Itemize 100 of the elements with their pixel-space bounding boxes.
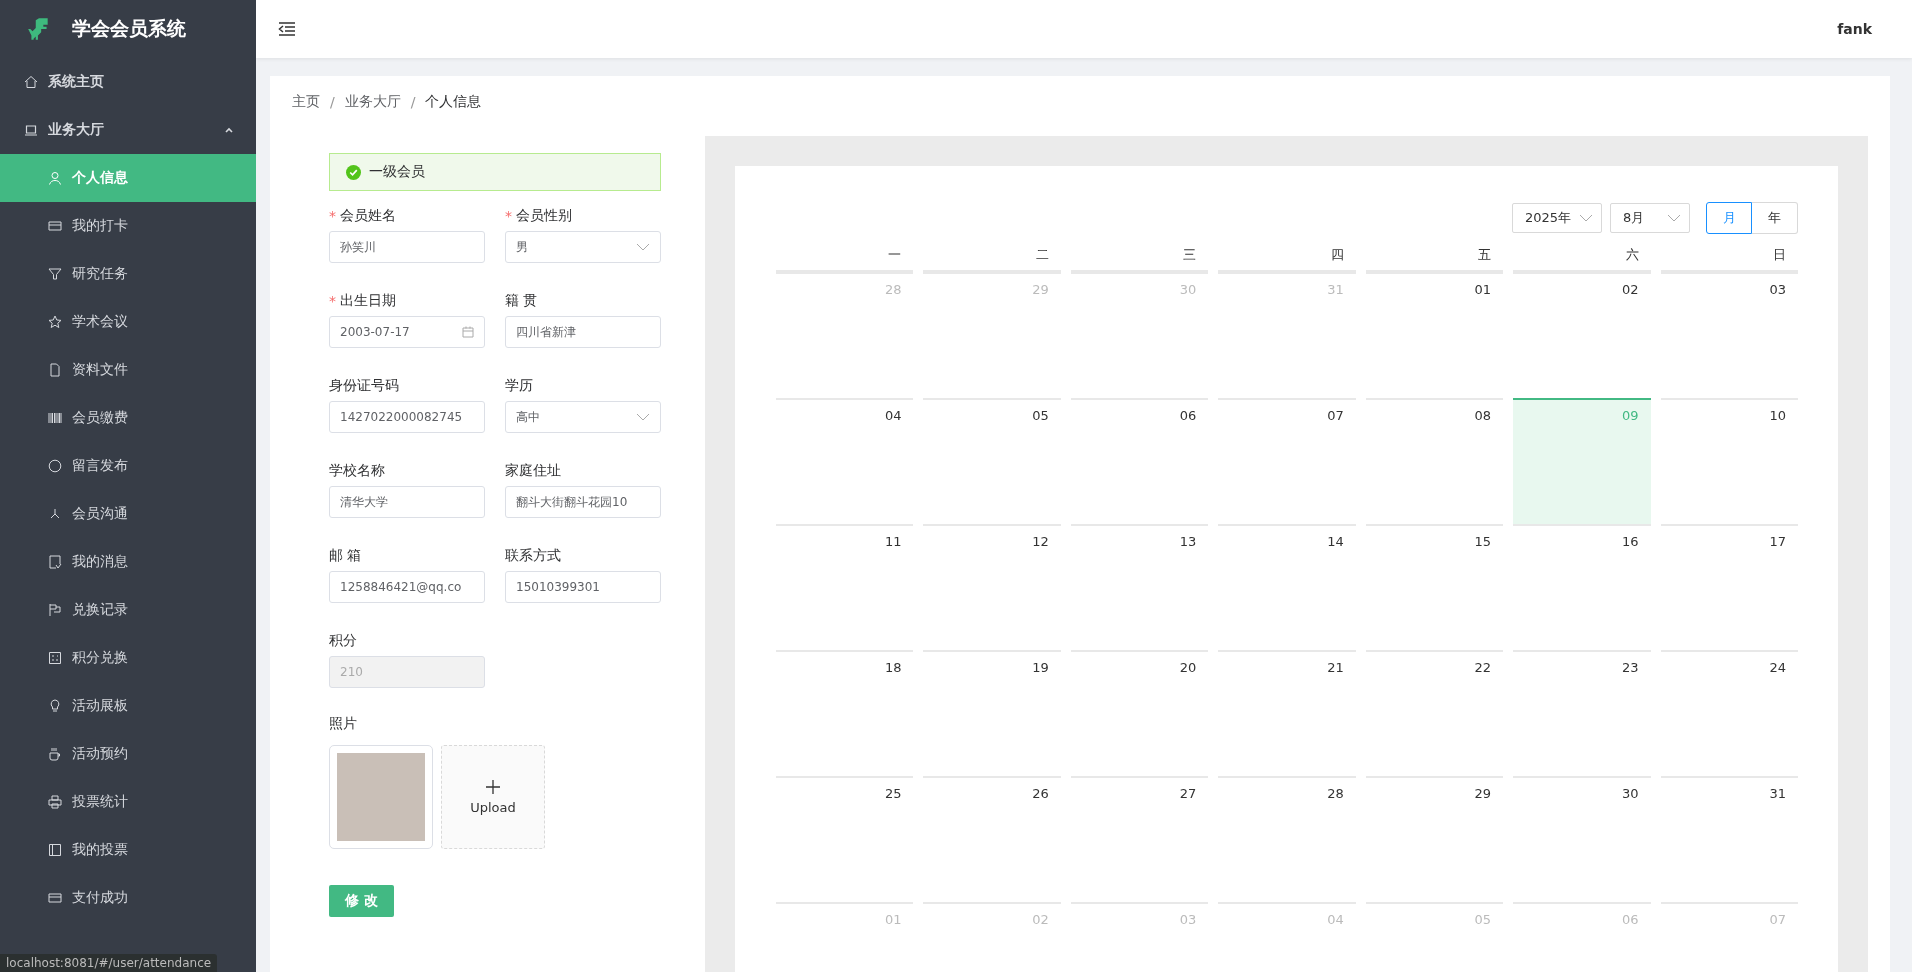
input-field[interactable]: 1258846421@qq.co	[329, 571, 485, 603]
field-label: 邮 箱	[329, 547, 362, 565]
field-label: 学历	[505, 377, 533, 395]
calendar-day[interactable]: 29	[1365, 776, 1504, 902]
calendar-day[interactable]: 14	[1218, 524, 1356, 650]
calendar-day[interactable]: 23	[1513, 650, 1651, 776]
calendar-day[interactable]: 31	[1660, 776, 1798, 902]
calendar-day[interactable]: 03	[1660, 272, 1798, 398]
input-field[interactable]: 孙笑川	[329, 231, 485, 263]
sidebar-item[interactable]: 我的消息	[0, 538, 256, 586]
sidebar-item[interactable]: 会员沟通	[0, 490, 256, 538]
field-label: 出生日期	[340, 292, 396, 310]
select-field[interactable]: 高中	[505, 401, 661, 433]
star-icon	[48, 315, 62, 329]
card-icon	[48, 891, 62, 905]
sidebar-item[interactable]: 活动预约	[0, 730, 256, 778]
calendar-day[interactable]: 06	[1070, 398, 1209, 524]
calendar-day[interactable]: 07	[1218, 398, 1356, 524]
breadcrumb-separator: /	[410, 94, 416, 110]
calendar-day[interactable]: 15	[1365, 524, 1504, 650]
message-icon	[48, 555, 62, 569]
field-label: 会员姓名	[340, 207, 396, 225]
sidebar-item[interactable]: 资料文件	[0, 346, 256, 394]
field-label: 家庭住址	[505, 462, 561, 480]
calendar-day[interactable]: 25	[776, 776, 914, 902]
user-name[interactable]: fank	[1837, 21, 1872, 37]
flag-icon	[48, 603, 62, 617]
select-field[interactable]: 男	[505, 231, 661, 263]
check-circle-icon	[346, 164, 361, 180]
sidebar-item[interactable]: 业务大厅	[0, 106, 256, 154]
input-field[interactable]: 1427022000082745	[329, 401, 485, 433]
chevron-down-icon	[1667, 214, 1681, 222]
input-field[interactable]: 清华大学	[329, 486, 485, 518]
month-select[interactable]: 8月	[1610, 203, 1690, 233]
calendar-day[interactable]: 08	[1365, 398, 1504, 524]
sidebar-item[interactable]: 研究任务	[0, 250, 256, 298]
year-select[interactable]: 2025年	[1512, 203, 1602, 233]
chat-icon	[48, 459, 62, 473]
sidebar-item[interactable]: 我的投票	[0, 826, 256, 874]
printer-icon	[48, 795, 62, 809]
status-url: localhost:8081/#/user/attendance	[0, 954, 218, 972]
required-mark: *	[505, 208, 512, 224]
calendar-day[interactable]: 27	[1070, 776, 1209, 902]
weekday-header: 六	[1513, 246, 1651, 272]
calendar-day[interactable]: 20	[1070, 650, 1209, 776]
breadcrumb-current: 个人信息	[425, 93, 482, 111]
calendar-day[interactable]: 30	[1513, 776, 1651, 902]
calendar-day[interactable]: 18	[776, 650, 914, 776]
funnel-icon	[48, 267, 62, 281]
sidebar-item[interactable]: 我的打卡	[0, 202, 256, 250]
sidebar-item[interactable]: 系统主页	[0, 58, 256, 106]
calendar-day[interactable]: 10	[1660, 398, 1798, 524]
sidebar-item[interactable]: 积分兑换	[0, 634, 256, 682]
field-label: 积分	[329, 632, 357, 650]
sidebar-item[interactable]: 学术会议	[0, 298, 256, 346]
grid-icon	[48, 651, 62, 665]
upload-button[interactable]: Upload	[441, 745, 545, 849]
calendar-day[interactable]: 16	[1513, 524, 1651, 650]
home-icon	[24, 75, 38, 89]
weekday-header: 二	[923, 246, 1061, 272]
sidebar-item[interactable]: 投票统计	[0, 778, 256, 826]
date-field[interactable]: 2003-07-17	[329, 316, 485, 348]
app-title: 学会会员系统	[72, 16, 186, 41]
calendar-day[interactable]: 24	[1660, 650, 1798, 776]
required-mark: *	[329, 293, 336, 309]
sidebar-item[interactable]: 兑换记录	[0, 586, 256, 634]
view-mode-button[interactable]: 年	[1752, 202, 1798, 234]
input-field[interactable]: 翻斗大街翻斗花园10	[505, 486, 661, 518]
breadcrumb-link[interactable]: 主页	[292, 93, 320, 111]
calendar-day[interactable]: 04	[776, 398, 914, 524]
document-icon	[48, 363, 62, 377]
breadcrumb-link[interactable]: 业务大厅	[344, 93, 401, 111]
sidebar-item[interactable]: 会员缴费	[0, 394, 256, 442]
field-label: 籍 贯	[505, 292, 538, 310]
calendar-day[interactable]: 01	[1365, 272, 1504, 398]
input-field[interactable]: 15010399301	[505, 571, 661, 603]
sidebar-item[interactable]: 支付成功	[0, 874, 256, 922]
calendar-day[interactable]: 05	[923, 398, 1061, 524]
field-label: 学校名称	[329, 462, 385, 480]
chevron-down-icon	[636, 243, 650, 251]
calendar-day[interactable]: 22	[1365, 650, 1504, 776]
sidebar-item[interactable]: 留言发布	[0, 442, 256, 490]
input-field[interactable]: 四川省新津	[505, 316, 661, 348]
weekday-header: 一	[776, 246, 914, 272]
calendar-day[interactable]: 17	[1660, 524, 1798, 650]
calendar-day[interactable]: 13	[1070, 524, 1209, 650]
breadcrumb-separator: /	[330, 94, 335, 110]
calendar-day[interactable]: 28	[1218, 776, 1356, 902]
calendar-icon	[462, 326, 474, 338]
panel-icon	[48, 843, 62, 857]
bulb-icon	[48, 699, 62, 713]
calendar-day[interactable]: 26	[923, 776, 1061, 902]
weekday-header: 三	[1070, 246, 1209, 272]
calendar-day[interactable]: 12	[923, 524, 1061, 650]
field-label: 照片	[329, 715, 357, 733]
calendar-day[interactable]: 21	[1218, 650, 1356, 776]
calendar-day[interactable]: 11	[776, 524, 914, 650]
menu-fold-icon[interactable]	[278, 21, 296, 37]
sidebar-item[interactable]: 活动展板	[0, 682, 256, 730]
calendar-day[interactable]: 19	[923, 650, 1061, 776]
